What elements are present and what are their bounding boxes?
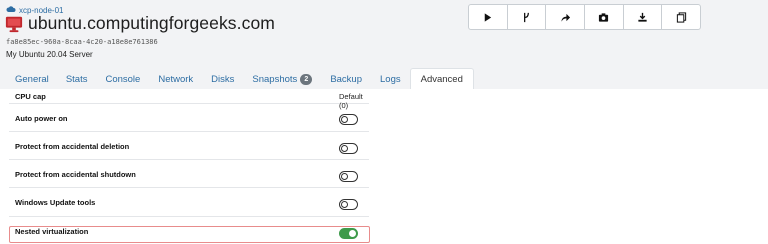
toggle-knob bbox=[341, 173, 348, 180]
tab-network[interactable]: Network bbox=[149, 68, 202, 90]
tab-logs[interactable]: Logs bbox=[371, 68, 410, 90]
tab-label: Advanced bbox=[420, 74, 463, 85]
tab-label: General bbox=[15, 73, 49, 85]
advanced-settings-panel: CPU cap Default (0) Auto power on Protec… bbox=[0, 89, 768, 244]
snapshot-button[interactable] bbox=[585, 5, 624, 29]
auto-power-on-toggle[interactable] bbox=[339, 114, 358, 125]
toggle-knob bbox=[341, 201, 348, 208]
copy-button[interactable] bbox=[662, 5, 700, 29]
vm-name[interactable]: ubuntu.computingforgeeks.com bbox=[28, 13, 275, 34]
vm-tabs: General Stats Console Network Disks Snap… bbox=[0, 67, 768, 90]
download-icon bbox=[637, 12, 648, 23]
share-arrow-icon bbox=[560, 12, 571, 23]
tab-snapshots[interactable]: Snapshots 2 bbox=[243, 68, 321, 90]
copy-icon bbox=[676, 11, 687, 23]
vm-header: xcp-node-01 ubuntu.computingforgeeks.com… bbox=[0, 0, 768, 68]
tab-general[interactable]: General bbox=[0, 68, 57, 90]
export-button[interactable] bbox=[624, 5, 663, 29]
tab-stats[interactable]: Stats bbox=[57, 68, 97, 90]
protect-deletion-toggle[interactable] bbox=[339, 143, 358, 154]
toggle-knob bbox=[341, 116, 348, 123]
vm-uuid: fa8e85ec-960a-8caa-4c20-a18e8e761386 bbox=[6, 38, 158, 46]
setting-row-auto-power-on: Auto power on bbox=[9, 104, 369, 132]
setting-row-protect-deletion: Protect from accidental deletion bbox=[9, 132, 369, 160]
toggle-knob bbox=[341, 145, 348, 152]
setting-row-windows-update-tools: Windows Update tools bbox=[9, 188, 369, 217]
tab-backup[interactable]: Backup bbox=[321, 68, 371, 90]
fork-icon bbox=[521, 12, 532, 23]
tab-label: Console bbox=[105, 73, 141, 85]
start-on-host-button[interactable] bbox=[508, 5, 547, 29]
start-button[interactable] bbox=[469, 5, 508, 29]
setting-label: Auto power on bbox=[15, 114, 68, 123]
setting-row-cpu-cap: CPU cap Default (0) bbox=[9, 89, 369, 110]
tab-advanced[interactable]: Advanced bbox=[409, 68, 474, 90]
setting-label: Windows Update tools bbox=[15, 198, 96, 207]
highlight-box bbox=[9, 226, 370, 243]
vm-toolbar bbox=[468, 4, 701, 30]
camera-icon bbox=[598, 12, 609, 23]
migrate-button[interactable] bbox=[546, 5, 586, 29]
tab-label: Snapshots bbox=[252, 73, 298, 85]
setting-label: CPU cap bbox=[15, 92, 46, 101]
windows-update-tools-toggle[interactable] bbox=[339, 199, 358, 210]
vm-description[interactable]: My Ubuntu 20.04 Server bbox=[6, 50, 93, 59]
setting-label: Protect from accidental shutdown bbox=[15, 170, 136, 179]
snapshot-count-badge: 2 bbox=[300, 73, 313, 85]
tab-console[interactable]: Console bbox=[96, 68, 149, 90]
setting-label: Protect from accidental deletion bbox=[15, 142, 130, 151]
play-icon bbox=[482, 12, 493, 23]
setting-row-protect-shutdown: Protect from accidental shutdown bbox=[9, 160, 369, 188]
tab-label: Stats bbox=[65, 73, 88, 85]
tab-label: Network bbox=[158, 73, 194, 85]
protect-shutdown-toggle[interactable] bbox=[339, 171, 358, 182]
tab-label: Backup bbox=[330, 73, 362, 85]
tab-label: Logs bbox=[380, 73, 401, 85]
tab-label: Disks bbox=[211, 73, 235, 85]
monitor-icon bbox=[5, 15, 23, 33]
tab-disks[interactable]: Disks bbox=[202, 68, 243, 90]
